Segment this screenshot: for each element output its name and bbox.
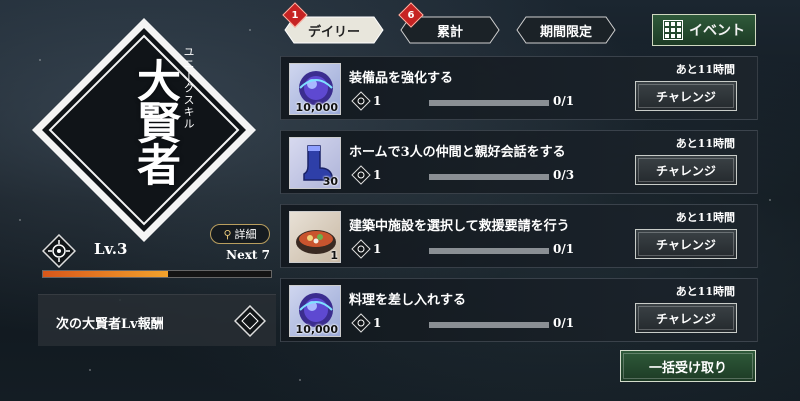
event-button-label: イベント — [689, 23, 745, 39]
tab-limited-label: 期間限定 — [539, 24, 592, 40]
mission-progress-bar — [429, 100, 549, 106]
challenge-button[interactable]: チャレンジ — [635, 229, 737, 259]
mission-row: 1 建築中施設を選択して救援要請を行う 1 0/1 あと11時間 チャレンジ — [280, 204, 758, 268]
mission-reward-amount: 1 — [373, 316, 382, 330]
skill-name: 大賢者 — [129, 58, 180, 184]
blue-boot-icon: 30 — [289, 137, 341, 189]
hot-pot-icon: 1 — [289, 211, 341, 263]
mission-title: 料理を差し入れする — [349, 293, 467, 308]
claim-all-button[interactable]: 一括受け取り — [620, 350, 756, 382]
tab-daily[interactable]: 1 デイリー — [282, 2, 384, 44]
mission-progress-text: 0/1 — [553, 316, 575, 330]
mission-progress-text: 0/3 — [553, 168, 575, 182]
tab-limited[interactable]: 期間限定 — [516, 16, 616, 44]
skill-level-icon — [42, 234, 76, 268]
skill-point-icon — [351, 313, 371, 333]
mission-title: 装備品を強化する — [349, 71, 454, 86]
next-level-reward-panel[interactable]: 次の大賢者Lv報酬 — [38, 294, 276, 346]
mission-progress-text: 0/1 — [553, 94, 575, 108]
mission-row: 10,000 料理を差し入れする 1 0/1 あと11時間 チャレンジ — [280, 278, 758, 342]
level-label: Lv.3 — [94, 240, 128, 258]
xp-progress-fill — [43, 271, 169, 277]
challenge-button[interactable]: チャレンジ — [635, 303, 737, 333]
item-quantity: 1 — [330, 249, 338, 262]
mission-row: 30 ホームで3人の仲間と親好会話をする 1 0/3 あと11時間 チャレンジ — [280, 130, 758, 194]
mission-progress-bar — [429, 174, 549, 180]
challenge-button[interactable]: チャレンジ — [635, 155, 737, 185]
magnifier-icon: ⚲ — [223, 227, 232, 241]
item-quantity: 30 — [322, 175, 338, 188]
item-quantity: 10,000 — [295, 323, 338, 336]
skill-emblem: 大賢者 ユニークスキル — [30, 16, 258, 244]
detail-button[interactable]: ⚲ 詳細 — [210, 224, 270, 244]
skill-point-icon — [351, 239, 371, 259]
calendar-grid-icon — [663, 20, 683, 40]
mission-progress-text: 0/1 — [553, 242, 575, 256]
xp-progress-bar — [42, 270, 272, 278]
event-button[interactable]: イベント — [652, 14, 756, 46]
skill-subtitle: ユニークスキル — [182, 46, 195, 130]
mission-reward-amount: 1 — [373, 168, 382, 182]
mission-title: 建築中施設を選択して救援要請を行う — [349, 219, 570, 234]
mission-list[interactable]: 10,000 装備品を強化する 1 0/1 あと11時間 チャレンジ 30 ホー… — [280, 56, 758, 346]
mission-time-remaining: あと11時間 — [675, 211, 735, 224]
mission-time-remaining: あと11時間 — [675, 63, 735, 76]
mission-title: ホームで3人の仲間と親好会話をする — [349, 145, 566, 160]
tab-daily-label: デイリー — [307, 24, 360, 40]
skill-point-icon — [351, 165, 371, 185]
magic-orb-icon: 10,000 — [289, 285, 341, 337]
magic-orb-icon: 10,000 — [289, 63, 341, 115]
mission-progress-bar — [429, 248, 549, 254]
item-quantity: 10,000 — [295, 101, 338, 114]
tab-cumulative[interactable]: 6 累計 — [398, 2, 500, 44]
skill-point-icon — [351, 91, 371, 111]
next-level-reward-label: 次の大賢者Lv報酬 — [56, 317, 164, 332]
challenge-button[interactable]: チャレンジ — [635, 81, 737, 111]
mission-progress-bar — [429, 322, 549, 328]
detail-label: 詳細 — [234, 228, 257, 241]
reward-diamond-icon — [234, 305, 266, 337]
tab-cumulative-label: 累計 — [436, 24, 463, 40]
mission-reward-amount: 1 — [373, 242, 382, 256]
level-row: Lv.3 ⚲ 詳細 Next 7 — [40, 224, 276, 280]
next-level-label: Next 7 — [226, 248, 270, 262]
mission-time-remaining: あと11時間 — [675, 137, 735, 150]
mission-reward-amount: 1 — [373, 94, 382, 108]
mission-row: 10,000 装備品を強化する 1 0/1 あと11時間 チャレンジ — [280, 56, 758, 120]
mission-time-remaining: あと11時間 — [675, 285, 735, 298]
